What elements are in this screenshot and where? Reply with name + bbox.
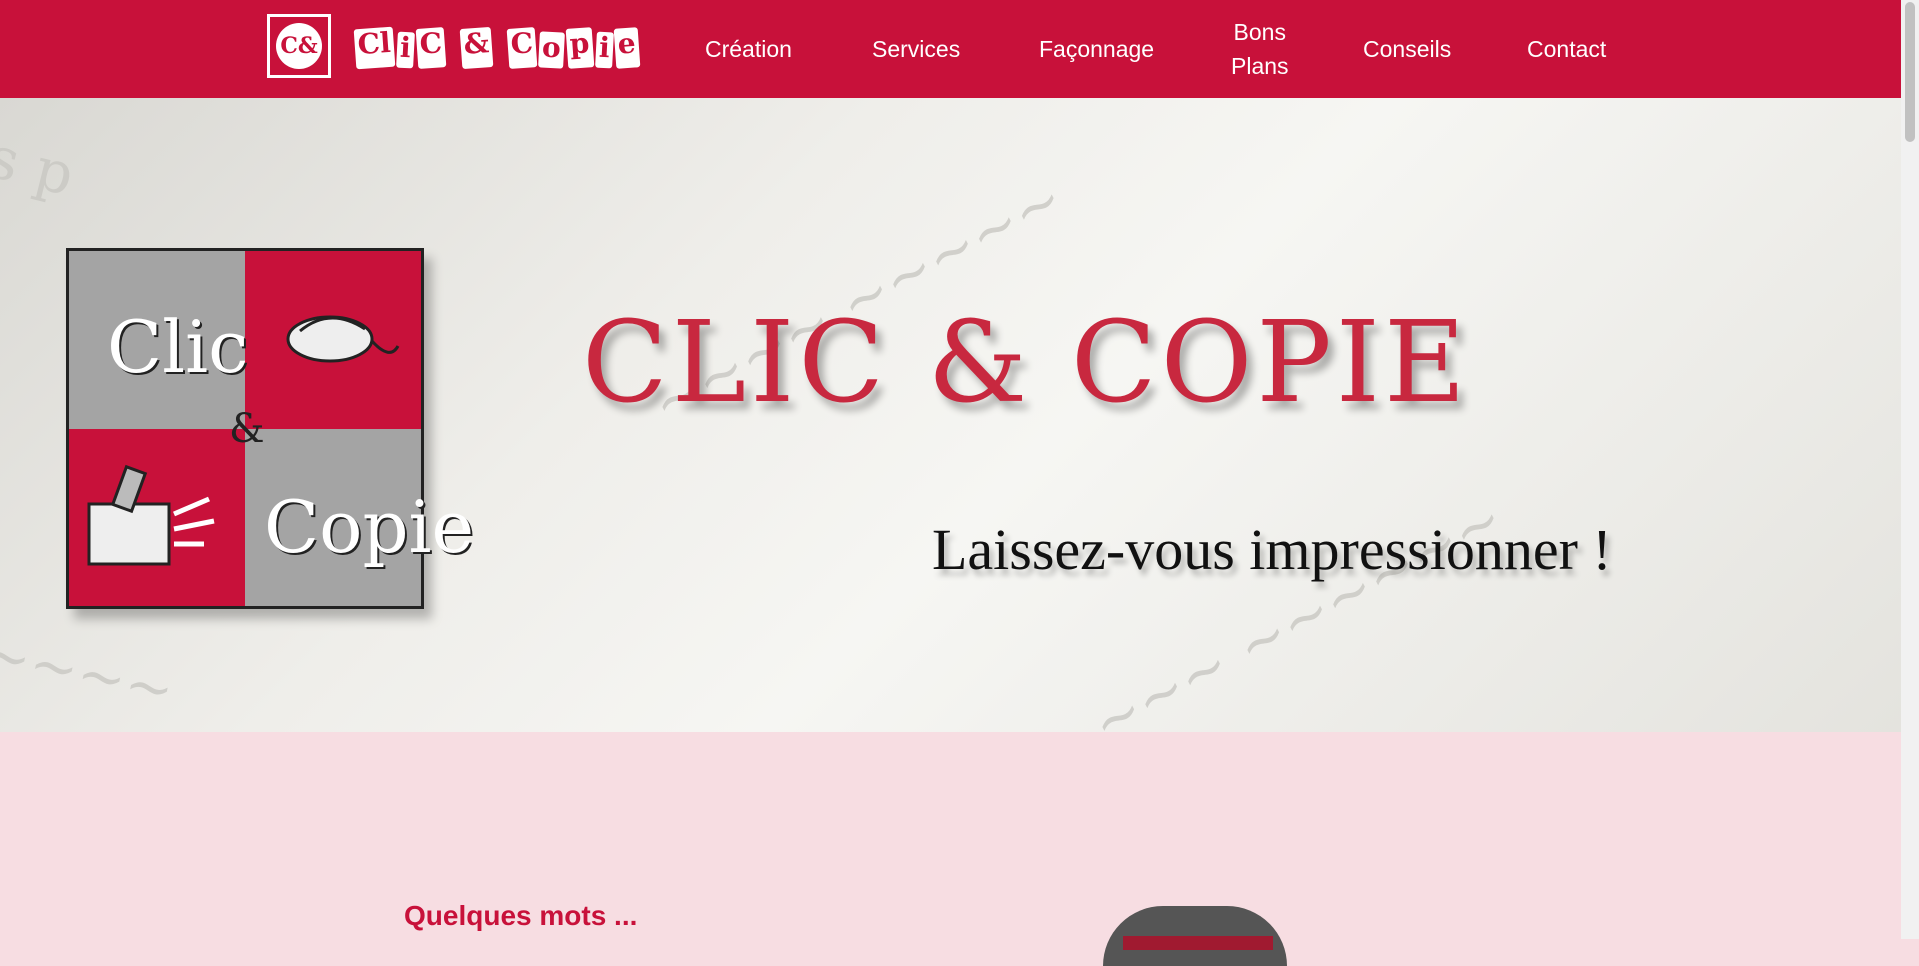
background-texture: ~~~~ bbox=[0, 618, 181, 725]
nav-conseils[interactable]: Conseils bbox=[1363, 32, 1451, 66]
brand-letter: p bbox=[565, 26, 595, 69]
nav-bons-plans-line2: Plans bbox=[1231, 53, 1289, 79]
scrollbar-thumb[interactable] bbox=[1905, 2, 1915, 142]
nav-bons-plans-line1: Bons bbox=[1233, 19, 1286, 45]
nav-faconnage[interactable]: Façonnage bbox=[1039, 32, 1154, 66]
brand-letter: C bbox=[415, 26, 447, 69]
page-scrollbar[interactable] bbox=[1901, 0, 1919, 939]
background-texture: is p bbox=[0, 118, 81, 210]
printer-icon bbox=[87, 464, 215, 565]
brand-letter: i bbox=[395, 31, 415, 69]
nav-creation[interactable]: Création bbox=[705, 32, 792, 66]
site-header: C& Cl i C & C o p i e Création Services … bbox=[0, 0, 1901, 98]
logo-word-clic: Clic bbox=[107, 305, 249, 389]
logo-monogram: C& bbox=[276, 23, 322, 69]
brand-name[interactable]: Cl i C & C o p i e bbox=[353, 26, 641, 70]
section-heading: Quelques mots ... bbox=[404, 900, 638, 931]
logo-word-copie: Copie bbox=[264, 485, 475, 569]
brand-letter: Cl bbox=[353, 26, 396, 70]
logo-ampersand: & bbox=[229, 406, 265, 452]
hero-banner: is p ~~~~ ~~~~~ ~~~ ~~~~~~ ~~~~ Clic & C… bbox=[0, 98, 1901, 732]
logo-badge[interactable]: C& bbox=[267, 14, 331, 78]
brand-letter: C bbox=[506, 26, 538, 69]
brand-letter: i bbox=[594, 31, 614, 69]
brand-letter: & bbox=[459, 26, 494, 70]
nav-services[interactable]: Services bbox=[872, 32, 960, 66]
mouse-icon bbox=[286, 315, 400, 363]
hero-tagline: Laissez-vous impressionner ! bbox=[932, 517, 1612, 582]
image-detail bbox=[1123, 936, 1273, 950]
hero-logo: Clic & Copie bbox=[66, 248, 474, 609]
content-section: Quelques mots ... bbox=[0, 732, 1901, 966]
logo-quadrant bbox=[245, 251, 421, 429]
nav-bons-plans[interactable]: Bons Plans bbox=[1231, 15, 1289, 83]
logo-quadrant bbox=[69, 428, 245, 606]
section-image bbox=[1103, 906, 1287, 966]
brand-letter: o bbox=[538, 31, 566, 69]
hero-title: CLIC & COPIE bbox=[582, 298, 1470, 428]
nav-contact[interactable]: Contact bbox=[1527, 32, 1606, 66]
brand-letter: e bbox=[613, 26, 641, 69]
